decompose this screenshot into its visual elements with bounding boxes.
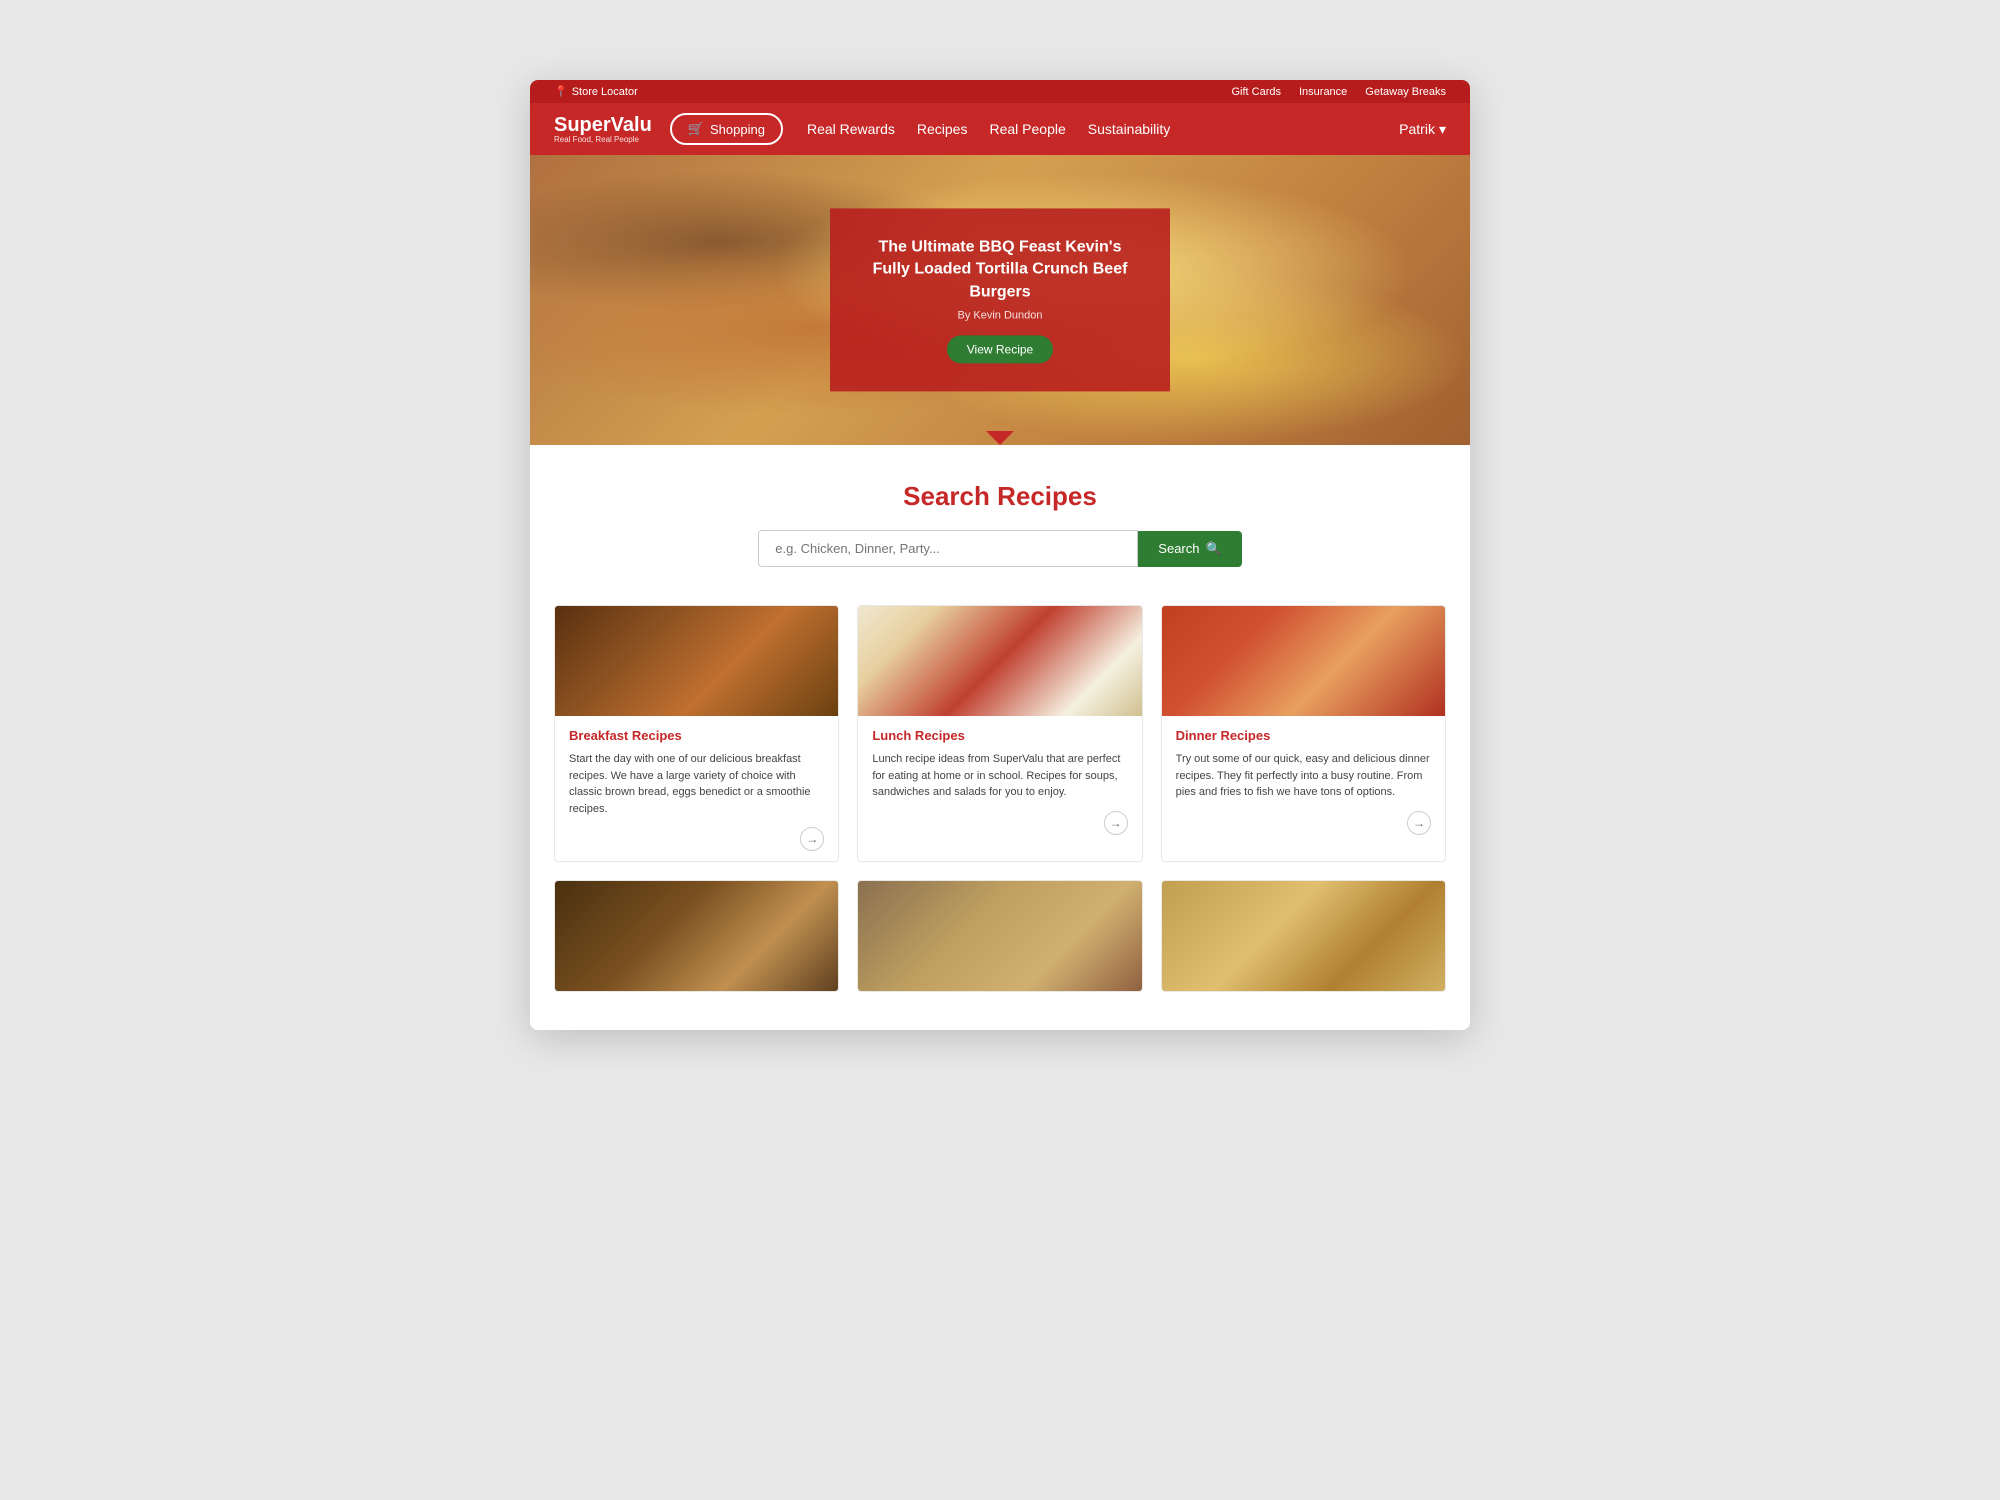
card-lunch-text: Lunch recipe ideas from SuperValu that a… xyxy=(872,751,1127,801)
insurance-link[interactable]: Insurance xyxy=(1299,86,1347,98)
card-bottom1-image xyxy=(555,881,838,991)
card-dinner-title[interactable]: Dinner Recipes xyxy=(1176,728,1431,743)
cart-icon: 🛒 xyxy=(688,121,704,137)
hero-section: The Ultimate BBQ Feast Kevin's Fully Loa… xyxy=(530,155,1470,445)
card-lunch-body: Lunch Recipes Lunch recipe ideas from Su… xyxy=(858,716,1141,845)
search-title: Search Recipes xyxy=(554,481,1446,512)
search-bar: Search 🔍 xyxy=(554,530,1446,567)
main-nav-links: Real Rewards Recipes Real People Sustain… xyxy=(807,121,1399,137)
card-bottom3-image xyxy=(1162,881,1445,991)
card-dinner-body: Dinner Recipes Try out some of our quick… xyxy=(1162,716,1445,845)
hero-overlay: The Ultimate BBQ Feast Kevin's Fully Loa… xyxy=(830,208,1170,391)
hero-pointer-triangle xyxy=(986,431,1014,445)
card-lunch: Lunch Recipes Lunch recipe ideas from Su… xyxy=(857,605,1142,862)
browser-window: 📍 Store Locator Gift Cards Insurance Get… xyxy=(530,80,1470,1030)
search-section: Search Recipes Search 🔍 xyxy=(530,445,1470,595)
card-bottom-1 xyxy=(554,880,839,992)
view-recipe-button[interactable]: View Recipe xyxy=(947,336,1053,364)
card-dinner-arrow-btn[interactable]: → xyxy=(1407,811,1431,835)
gift-cards-link[interactable]: Gift Cards xyxy=(1231,86,1281,98)
nav-link-sustainability[interactable]: Sustainability xyxy=(1088,121,1171,137)
card-breakfast-arrow: → xyxy=(569,827,824,851)
main-nav: SuperValu Real Food, Real People 🛒 Shopp… xyxy=(530,103,1470,155)
card-lunch-arrow: → xyxy=(872,811,1127,835)
chevron-down-icon: ▾ xyxy=(1439,121,1446,138)
card-dinner-text: Try out some of our quick, easy and deli… xyxy=(1176,751,1431,801)
shopping-label: Shopping xyxy=(710,122,765,137)
card-breakfast-image xyxy=(555,606,838,716)
user-name: Patrik xyxy=(1399,121,1435,137)
logo-area: SuperValu Real Food, Real People xyxy=(554,115,652,144)
search-icon: 🔍 xyxy=(1206,541,1222,557)
getaway-breaks-link[interactable]: Getaway Breaks xyxy=(1365,86,1446,98)
util-bar-right: Gift Cards Insurance Getaway Breaks xyxy=(1231,86,1446,98)
card-dinner: Dinner Recipes Try out some of our quick… xyxy=(1161,605,1446,862)
card-dinner-image xyxy=(1162,606,1445,716)
card-lunch-arrow-btn[interactable]: → xyxy=(1104,811,1128,835)
card-breakfast-body: Breakfast Recipes Start the day with one… xyxy=(555,716,838,861)
logo-name[interactable]: SuperValu xyxy=(554,115,652,135)
cards-grid-row1: Breakfast Recipes Start the day with one… xyxy=(554,605,1446,862)
card-dinner-arrow: → xyxy=(1176,811,1431,835)
cards-grid-row2 xyxy=(554,880,1446,992)
card-breakfast: Breakfast Recipes Start the day with one… xyxy=(554,605,839,862)
logo-sub: Real Food, Real People xyxy=(554,135,652,144)
store-locator-link[interactable]: Store Locator xyxy=(572,86,638,98)
hero-title: The Ultimate BBQ Feast Kevin's Fully Loa… xyxy=(866,236,1134,303)
nav-link-recipes[interactable]: Recipes xyxy=(917,121,968,137)
util-bar-left: 📍 Store Locator xyxy=(554,85,638,98)
search-input[interactable] xyxy=(758,530,1138,567)
nav-link-real-rewards[interactable]: Real Rewards xyxy=(807,121,895,137)
shopping-button[interactable]: 🛒 Shopping xyxy=(670,113,783,145)
card-bottom2-image xyxy=(858,881,1141,991)
search-button[interactable]: Search 🔍 xyxy=(1138,531,1241,567)
card-breakfast-text: Start the day with one of our delicious … xyxy=(569,751,824,817)
card-lunch-title[interactable]: Lunch Recipes xyxy=(872,728,1127,743)
card-bottom-3 xyxy=(1161,880,1446,992)
utility-bar: 📍 Store Locator Gift Cards Insurance Get… xyxy=(530,80,1470,103)
hero-byline: By Kevin Dundon xyxy=(866,310,1134,322)
cards-section: Breakfast Recipes Start the day with one… xyxy=(530,595,1470,1030)
search-label: Search xyxy=(1158,541,1199,556)
nav-link-real-people[interactable]: Real People xyxy=(989,121,1065,137)
card-breakfast-arrow-btn[interactable]: → xyxy=(800,827,824,851)
card-breakfast-title[interactable]: Breakfast Recipes xyxy=(569,728,824,743)
location-icon: 📍 xyxy=(554,85,568,98)
user-menu[interactable]: Patrik ▾ xyxy=(1399,121,1446,138)
card-lunch-image xyxy=(858,606,1141,716)
card-bottom-2 xyxy=(857,880,1142,992)
